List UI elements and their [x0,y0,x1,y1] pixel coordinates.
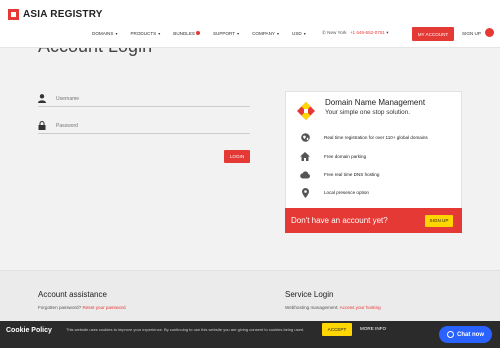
location-label: New York [327,30,347,35]
feature-item: Local presence option [300,187,369,198]
signup-button[interactable]: SIGN UP [425,214,453,227]
feature-item: Real time registration for over 110+ glo… [300,133,428,142]
hosting-link[interactable]: Access your hosting [340,305,381,310]
chat-now-button[interactable]: Chat now [439,326,492,343]
cookie-banner: Cookie Policy This website uses cookies … [0,321,500,348]
login-button[interactable]: LOGIN [224,150,250,163]
chevron-down-icon: ▾ [158,31,161,36]
cta-question: Don't have an account yet? [291,216,388,225]
more-info-link[interactable]: MORE INFO [360,326,386,331]
cloud-icon [300,170,310,179]
nav-label: SUPPORT [212,31,236,36]
accept-cookies-button[interactable]: ACCEPT [322,323,352,336]
reset-password-link[interactable]: Reset your password [82,305,125,310]
home-icon [300,152,310,161]
nav-label: BUNDLES [173,31,195,36]
chevron-down-icon: ▾ [386,30,389,35]
chevron-down-icon: ▾ [277,31,280,36]
service-text: Webhosting management: Access your hosti… [285,305,381,310]
chevron-down-icon: ▾ [303,31,306,36]
feature-text: Local presence option [324,190,369,195]
user-icon [38,94,46,103]
nav-label: COMPANY [252,31,275,36]
phone-icon: ✆ [322,30,326,35]
feature-item: Free real time DNS hosting [300,170,379,179]
assist-label: Forgotten password? [38,305,82,310]
nav-label: DOMAINS [92,31,114,36]
username-input[interactable] [56,95,236,102]
feature-text: Free real time DNS hosting [324,172,380,177]
account-assistance: Account assistance Forgotten password? R… [38,290,126,310]
brand-logo-icon [297,102,315,120]
service-title: Service Login [285,290,334,299]
brand-name: ASIA REGISTRY [23,9,103,20]
nav-item-domains[interactable]: DOMAINS ▾ [92,31,117,36]
panel-subtitle: Your simple one stop solution. [325,109,411,116]
currency-selector[interactable]: USD ▾ [292,31,306,36]
logo-icon [8,9,19,20]
nav-item-bundles[interactable]: BUNDLES [173,31,200,36]
cookie-title: Cookie Policy [6,327,52,334]
location-pin-icon [300,187,310,198]
password-row [38,118,250,134]
chevron-down-icon: ▾ [237,31,240,36]
nav-item-company[interactable]: COMPANY ▾ [252,31,279,36]
signup-cta: Don't have an account yet? SIGN UP [285,208,462,233]
main-nav: DOMAINS ▾ PRODUCTS ▾ BUNDLES SUPPORT ▾ COMP… [92,31,319,36]
nav-label: PRODUCTS [130,31,157,36]
username-row [38,91,250,107]
service-label: Webhosting management: [285,305,339,310]
feature-text: Real time registration for over 110+ glo… [324,135,428,140]
my-account-button[interactable]: MY ACCOUNT [412,27,454,41]
signup-link[interactable]: SIGN UP [462,31,481,36]
chevron-down-icon: ▾ [115,31,118,36]
cookie-text: This website uses cookies to improve you… [66,327,305,332]
phone-selector[interactable]: ✆ New York +1 646-652-0751 ▾ [322,30,389,36]
site-header: ASIA REGISTRY DOMAINS ▾ PRODUCTS ▾ BUNDLES… [0,0,500,48]
user-icon[interactable] [485,28,494,37]
feature-item: Free domain parking [300,152,366,161]
panel-title: Domain Name Management [325,98,426,107]
assist-text: Forgotten password? Reset your password [38,305,126,310]
globe-icon [300,133,310,142]
feature-text: Free domain parking [324,154,367,159]
lock-icon [38,121,46,130]
assist-title: Account assistance [38,290,107,299]
brand-logo[interactable]: ASIA REGISTRY [8,9,103,20]
nav-item-products[interactable]: PRODUCTS ▾ [130,31,160,36]
service-login: Service Login Webhosting management: Acc… [285,290,381,310]
nav-item-support[interactable]: SUPPORT ▾ [213,31,239,36]
password-input[interactable] [56,122,236,129]
phone-number: +1 646-652-0751 [349,30,385,35]
nav-label: USD [292,31,302,36]
chat-icon [447,331,454,338]
chat-label: Chat now [457,331,484,338]
new-badge-icon [195,31,200,35]
